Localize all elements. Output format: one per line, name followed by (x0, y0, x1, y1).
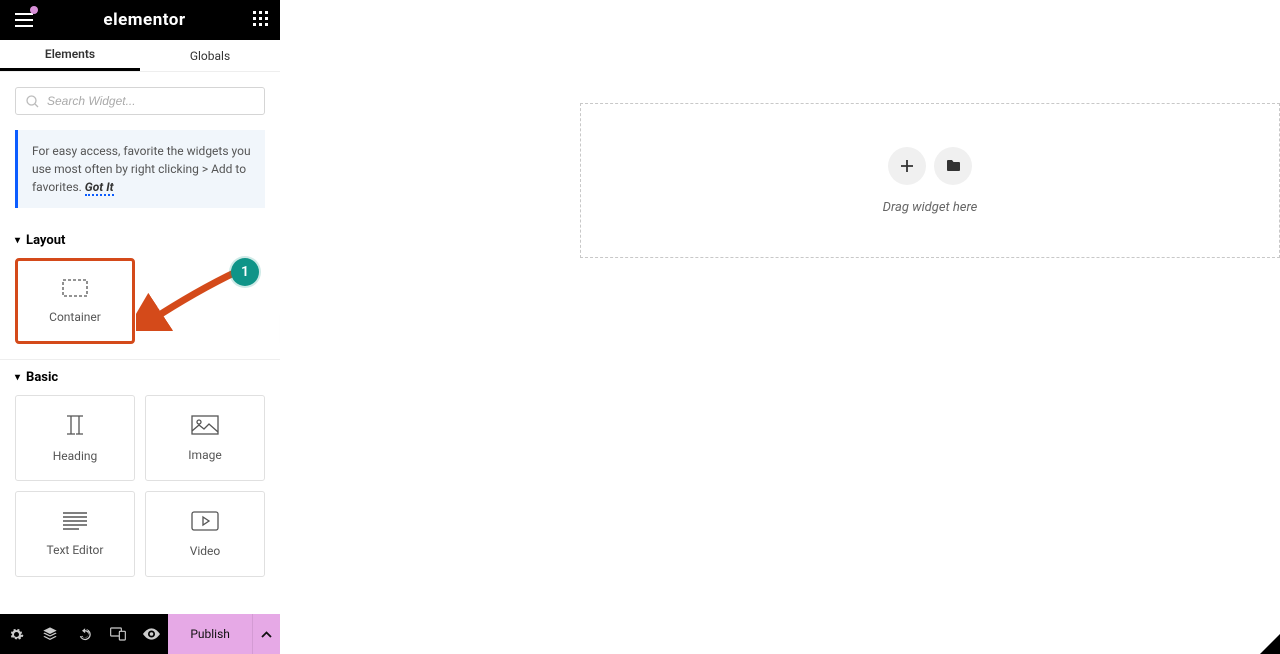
category-basic-widgets: Heading Image Text Editor Video (0, 395, 280, 592)
app-logo: elementor (103, 10, 185, 30)
hamburger-icon (15, 13, 33, 27)
tip-text: For easy access, favorite the widgets yo… (32, 144, 251, 194)
responsive-icon (110, 627, 126, 641)
editor-canvas[interactable]: Drag widget here (280, 0, 1280, 654)
widget-text-editor[interactable]: Text Editor (15, 491, 135, 577)
video-icon (191, 511, 219, 534)
preview-button[interactable] (135, 614, 169, 654)
search-container (0, 72, 280, 130)
tip-got-it-button[interactable]: Got It (85, 180, 114, 196)
drop-zone-label: Drag widget here (883, 200, 978, 215)
panel-header: elementor (0, 0, 280, 40)
resize-corner-icon (1260, 634, 1280, 654)
favorites-tip: For easy access, favorite the widgets yo… (15, 130, 265, 208)
search-input[interactable] (47, 94, 254, 108)
heading-icon (62, 414, 88, 439)
app-title: elementor (103, 10, 185, 30)
add-section-button[interactable] (888, 147, 926, 185)
panel-tabs: Elements Globals (0, 40, 280, 72)
widget-label: Text Editor (47, 543, 104, 557)
publish-button[interactable]: Publish (168, 614, 252, 654)
grid-icon (253, 11, 268, 26)
chevron-up-icon (261, 631, 272, 638)
container-icon (62, 279, 88, 300)
layers-icon (42, 626, 58, 642)
category-basic-header[interactable]: Basic (0, 360, 280, 395)
widget-label: Video (190, 544, 221, 558)
widget-image[interactable]: Image (145, 395, 265, 481)
search-box[interactable] (15, 87, 265, 115)
responsive-button[interactable] (101, 614, 135, 654)
image-icon (191, 415, 219, 438)
tab-elements[interactable]: Elements (0, 40, 140, 71)
widget-label: Container (49, 310, 101, 324)
category-layout-header[interactable]: Layout (0, 223, 280, 258)
editor-panel: elementor Elements Globals For easy acce… (0, 0, 280, 654)
notification-dot-icon (30, 6, 38, 14)
settings-button[interactable] (0, 614, 34, 654)
menu-button[interactable] (12, 8, 36, 32)
eye-icon (143, 628, 160, 640)
history-icon (77, 627, 92, 642)
widget-container[interactable]: Container (15, 258, 135, 344)
panel-footer: Publish (0, 614, 280, 654)
drop-zone-buttons (888, 147, 972, 185)
publish-options-button[interactable] (252, 614, 280, 654)
navigator-button[interactable] (34, 614, 68, 654)
widget-label: Image (188, 448, 221, 462)
history-button[interactable] (67, 614, 101, 654)
widget-video[interactable]: Video (145, 491, 265, 577)
folder-icon (946, 159, 961, 172)
search-icon (26, 95, 39, 108)
widgets-panel-button[interactable] (253, 11, 268, 30)
widget-heading[interactable]: Heading (15, 395, 135, 481)
gear-icon (9, 627, 24, 642)
drop-zone[interactable]: Drag widget here (580, 103, 1280, 258)
text-editor-icon (62, 512, 88, 533)
tab-globals[interactable]: Globals (140, 40, 280, 71)
plus-icon (900, 159, 914, 173)
add-template-button[interactable] (934, 147, 972, 185)
annotation-badge-1: 1 (231, 258, 259, 286)
widget-label: Heading (53, 449, 98, 463)
